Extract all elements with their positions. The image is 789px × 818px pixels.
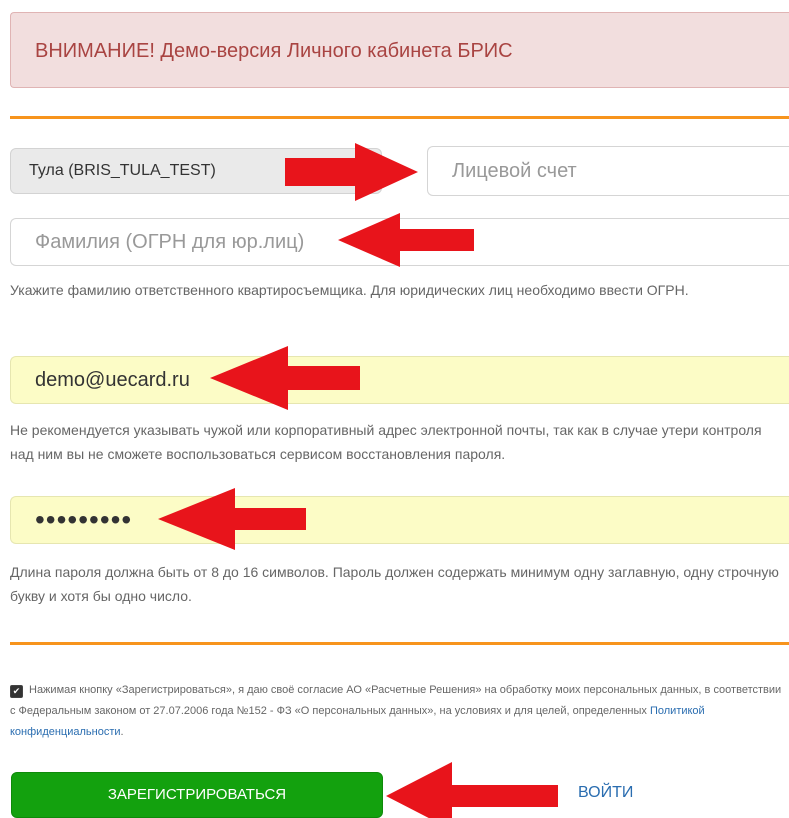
demo-warning-alert: ВНИМАНИЕ! Демо-версия Личного кабинета Б… [10,12,789,88]
region-select[interactable]: Тула (BRIS_TULA_TEST) [10,148,382,194]
consent-block: ✔ Нажимая кнопку «Зарегистрироваться», я … [10,680,789,743]
consent-suffix: . [120,726,124,738]
password-input[interactable] [10,496,789,544]
arrow-to-register [386,762,558,818]
register-button-label: ЗАРЕГИСТРИРОВАТЬСЯ [107,786,287,803]
top-divider [10,116,789,119]
demo-warning-text: ВНИМАНИЕ! Демо-версия Личного кабинета Б… [35,40,513,62]
email-help-text: Не рекомендуется указывать чужой или кор… [10,422,762,462]
region-value: Тула (BRIS_TULA_TEST) [29,162,216,179]
login-link[interactable]: ВОЙТИ [578,784,633,802]
surname-help-text: Укажите фамилию ответственного квартирос… [10,282,689,298]
password-help-text: Длина пароля должна быть от 8 до 16 симв… [10,564,779,604]
register-button[interactable]: ЗАРЕГИСТРИРОВАТЬСЯ [11,772,383,818]
bottom-divider [10,642,789,645]
account-number-input[interactable] [427,146,789,196]
email-input[interactable] [10,356,789,404]
consent-checkbox[interactable]: ✔ [10,685,23,698]
surname-input[interactable] [10,218,789,266]
